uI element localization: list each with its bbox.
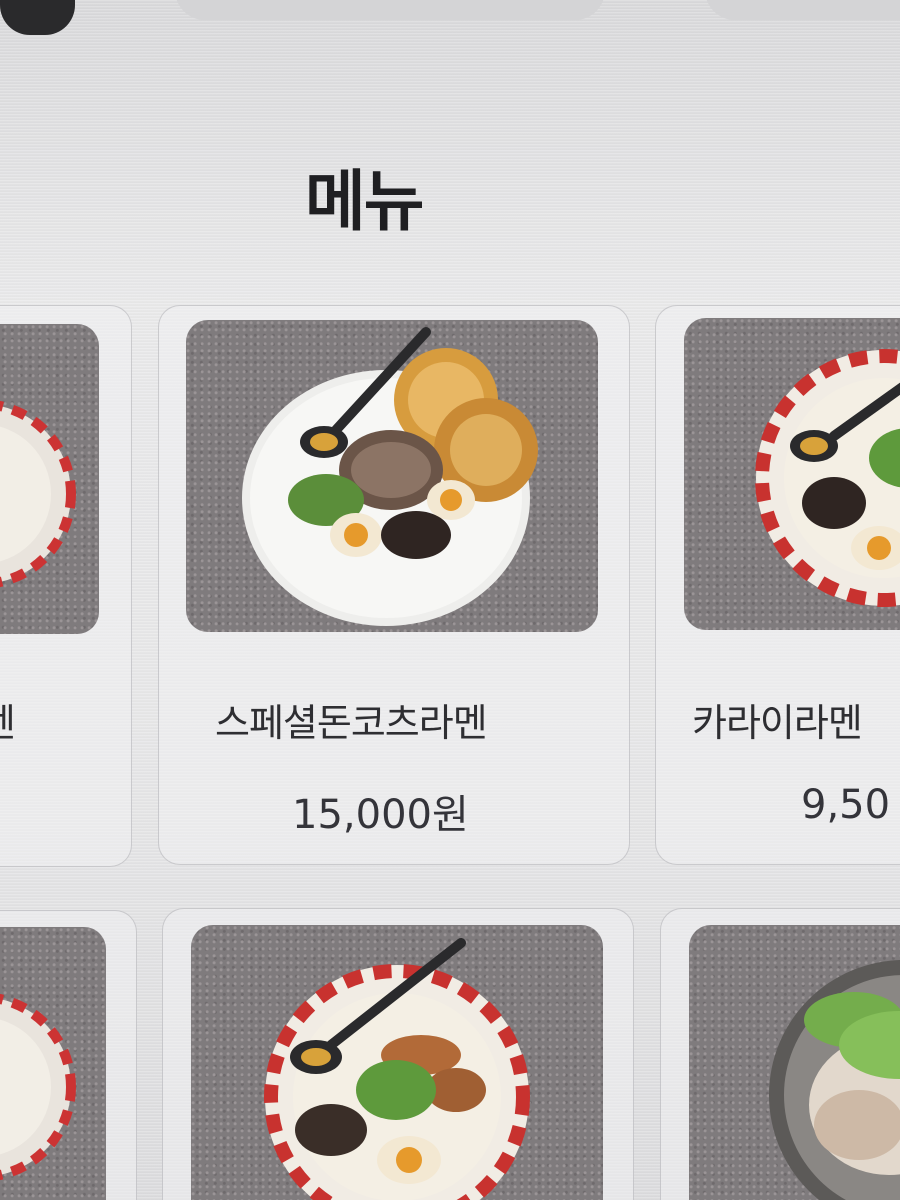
category-tab[interactable] bbox=[705, 0, 900, 20]
menu-card[interactable] bbox=[660, 908, 900, 1200]
menu-item-name: 스페셜돈코츠라멘 bbox=[215, 701, 488, 745]
menu-item-photo bbox=[684, 318, 900, 630]
page-title: 메뉴 bbox=[305, 163, 424, 240]
menu-item-photo bbox=[689, 925, 900, 1200]
menu-item-photo bbox=[186, 320, 598, 632]
category-tab-active[interactable] bbox=[0, 0, 75, 35]
ramen-bowl-image bbox=[755, 349, 900, 607]
ramen-bowl-image bbox=[0, 400, 76, 588]
menu-item-photo bbox=[191, 925, 603, 1200]
ramen-plate-image bbox=[242, 327, 538, 626]
menu-card[interactable] bbox=[162, 908, 634, 1200]
menu-item-name: 멘 bbox=[0, 692, 16, 747]
menu-item-price: 15,000원 bbox=[292, 792, 469, 838]
category-tab[interactable] bbox=[175, 0, 605, 20]
menu-item-price: 9,50 bbox=[801, 782, 891, 828]
menu-card-partial-left[interactable] bbox=[0, 910, 137, 1200]
ramen-bowl-image bbox=[264, 938, 530, 1200]
menu-item-photo bbox=[0, 927, 106, 1200]
menu-card-partial-left[interactable]: 멘 bbox=[0, 305, 132, 867]
kiosk-screen: 메뉴 멘 bbox=[0, 0, 900, 1200]
menu-card[interactable]: 스페셜돈코츠라멘 15,000원 bbox=[158, 305, 630, 865]
ramen-bowl-image bbox=[0, 993, 76, 1181]
menu-item-photo bbox=[0, 324, 99, 634]
menu-card[interactable]: 카라이라멘 9,50 bbox=[655, 305, 900, 865]
ramen-bowl-image bbox=[769, 960, 900, 1200]
menu-item-name: 카라이라멘 bbox=[692, 701, 863, 745]
